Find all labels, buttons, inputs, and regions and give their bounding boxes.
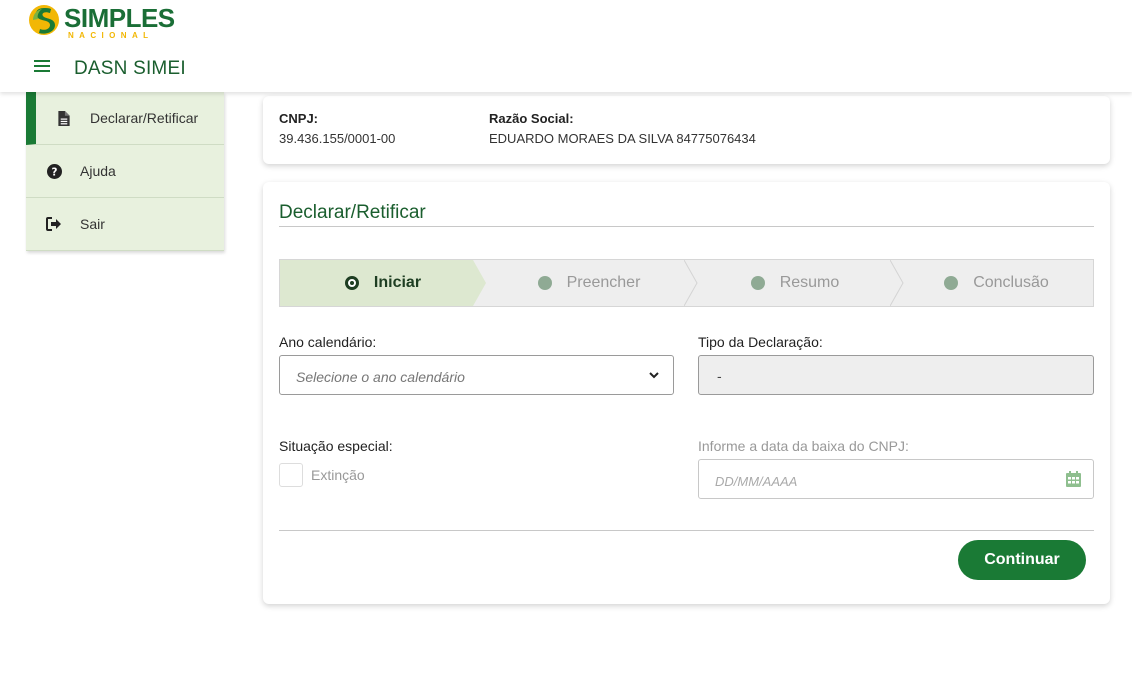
tipo-declaracao-value: - [717, 368, 722, 384]
question-circle-icon: ? [46, 163, 62, 179]
chevron-down-icon [649, 372, 659, 379]
data-baixa-input[interactable]: DD/MM/AAAA [698, 459, 1094, 499]
sign-out-icon [46, 216, 62, 232]
svg-text:?: ? [51, 166, 57, 178]
step-label: Conclusão [973, 274, 1049, 291]
page-title: Declarar/Retificar [279, 202, 426, 223]
step-label: Iniciar [373, 274, 422, 291]
tipo-declaracao-field: - [698, 355, 1094, 395]
header: SIMPLES NACIONAL DASN SIMEI [0, 0, 1132, 92]
step-dot-icon [750, 276, 765, 290]
sidebar-item-label: Declarar/Retificar [90, 110, 199, 126]
continue-button[interactable]: Continuar [958, 540, 1086, 580]
extincao-checkbox[interactable] [279, 463, 303, 487]
declaration-card: Declarar/Retificar Iniciar Preencher Res… [263, 182, 1110, 604]
sidebar-item-sair[interactable]: Sair [26, 198, 224, 251]
tipo-declaracao-label: Tipo da Declaração: [698, 334, 823, 350]
cnpj-label: CNPJ: [279, 111, 319, 126]
step-label: Resumo [779, 274, 840, 291]
step-preencher[interactable]: Preencher [486, 260, 692, 306]
step-conclusao[interactable]: Conclusão [898, 260, 1093, 306]
step-dot-icon [944, 276, 959, 290]
select-placeholder: Selecione o ano calendário [296, 369, 465, 385]
date-placeholder: DD/MM/AAAA [715, 474, 798, 489]
file-icon [56, 110, 72, 126]
ano-calendario-select[interactable]: Selecione o ano calendário [279, 355, 674, 395]
extincao-label: Extinção [311, 467, 365, 483]
sidebar-item-label: Ajuda [80, 163, 116, 179]
logo-main-text: SIMPLES [64, 3, 175, 33]
calendar-icon[interactable] [1066, 471, 1081, 487]
simples-nacional-logo[interactable]: SIMPLES NACIONAL [28, 4, 175, 40]
app-title: DASN SIMEI [74, 58, 186, 79]
sidebar-item-declarar-retificar[interactable]: Declarar/Retificar [26, 92, 224, 145]
cnpj-value: 39.436.155/0001-00 [279, 131, 396, 146]
situacao-especial-label: Situação especial: [279, 438, 393, 454]
logo-mark-icon [29, 5, 59, 35]
sidebar: Declarar/Retificar ? Ajuda Sair [26, 92, 224, 251]
razao-social-label: Razão Social: [489, 111, 574, 126]
step-label: Preencher [566, 274, 641, 291]
hamburger-icon[interactable] [34, 60, 50, 74]
form-divider [279, 530, 1094, 531]
razao-social-value: EDUARDO MORAES DA SILVA 84775076434 [489, 131, 756, 146]
sidebar-item-label: Sair [80, 216, 105, 232]
step-iniciar[interactable]: Iniciar [280, 260, 486, 306]
logo-sub-text: NACIONAL [68, 31, 154, 40]
stepper: Iniciar Preencher Resumo Conclusão [279, 259, 1094, 307]
data-baixa-label: Informe a data da baixa do CNPJ: [698, 438, 909, 454]
sidebar-item-ajuda[interactable]: ? Ajuda [26, 145, 224, 198]
step-active-dot-icon [344, 276, 359, 290]
step-dot-icon [537, 276, 552, 290]
step-resumo[interactable]: Resumo [692, 260, 898, 306]
title-divider [279, 226, 1094, 227]
ano-calendario-label: Ano calendário: [279, 334, 377, 350]
taxpayer-info-card: CNPJ: 39.436.155/0001-00 Razão Social: E… [263, 96, 1110, 164]
